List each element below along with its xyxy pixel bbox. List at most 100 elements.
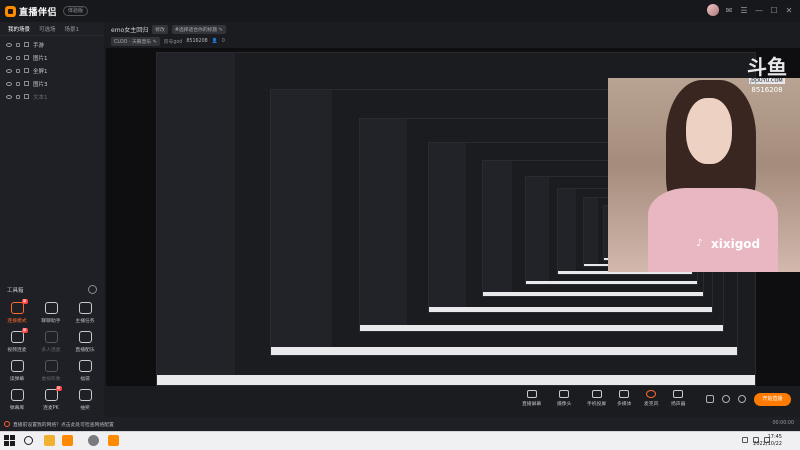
visibility-icon[interactable] (6, 94, 12, 99)
visibility-icon[interactable] (6, 42, 12, 47)
microphone-button[interactable]: 麦克风 (644, 390, 658, 407)
source-type-icon (24, 94, 29, 99)
tool-icon (78, 389, 92, 401)
tool-item[interactable]: 新连接模式 (0, 299, 34, 324)
tool-label: 聊聊助手 (41, 319, 61, 324)
new-badge: 新 (22, 328, 28, 333)
tool-label: 弹幕库 (9, 406, 25, 411)
tool-item[interactable]: 聊聊助手 (34, 302, 68, 324)
tool-item[interactable]: 读弹幕 (0, 360, 34, 382)
source-type-icon (24, 68, 29, 73)
tool-item[interactable]: 虚拟形象 (34, 360, 68, 382)
lock-icon[interactable] (750, 80, 756, 86)
nested-taskbar (157, 375, 755, 385)
live-companion-app-icon[interactable] (62, 435, 73, 446)
source-row[interactable]: 全屏1 (0, 64, 104, 77)
speaker-button[interactable]: 扬声器 (671, 390, 685, 407)
tool-item[interactable]: 主播任务 (68, 302, 102, 324)
tool-item[interactable]: 弹幕库 (0, 389, 34, 411)
tab-optional-scenes[interactable]: 可选场 (39, 25, 56, 33)
folder-app-icon[interactable] (44, 435, 55, 446)
window-controls: ✉ ☰ — ☐ ✕ (707, 4, 794, 16)
live-preview[interactable]: ♪ xixigod 斗鱼 DOUYU.COM 8516208 (106, 48, 800, 386)
room-id-label: 房号god (163, 40, 183, 45)
action-bar: 开始直播 直播屏幕 摄像头 手机投屏 多媒体 麦克风 扬声器 (104, 386, 800, 417)
action-label: 扬声器 (671, 402, 686, 407)
avatar[interactable] (707, 4, 719, 16)
toolbox-settings-icon[interactable] (88, 285, 97, 294)
source-label: 图片3 (33, 81, 48, 88)
record-icon[interactable] (706, 395, 714, 403)
windows-start-icon[interactable] (4, 435, 15, 446)
tab-scene-1[interactable]: 场景1 (65, 25, 80, 33)
media-button[interactable]: 多媒体 (617, 390, 631, 407)
visibility-icon[interactable] (6, 55, 12, 60)
tool-icon: 新 (10, 328, 28, 343)
tool-item[interactable]: 福袋 (68, 360, 102, 382)
menu-icon[interactable]: ☰ (739, 5, 749, 15)
start-live-button[interactable]: 开始直播 (754, 393, 791, 406)
edit-title-button[interactable]: 修改 (152, 25, 168, 34)
tool-item[interactable]: 多人连麦 (34, 331, 68, 353)
live-companion-active-icon[interactable] (108, 435, 119, 446)
camera-button[interactable]: 摄像头 (557, 390, 571, 407)
tray-up-icon[interactable] (742, 437, 748, 443)
version-badge[interactable]: 体验版 (63, 6, 89, 16)
microphone-icon (646, 390, 657, 398)
settings-icon[interactable] (722, 395, 730, 403)
tab-my-scenes[interactable]: 我的场景 (8, 25, 30, 33)
source-row[interactable]: 图片1 (0, 51, 104, 64)
source-label: 手游 (33, 42, 45, 49)
logo-icon (5, 5, 16, 17)
nested-sidebar (271, 89, 332, 355)
visibility-icon[interactable] (6, 68, 12, 73)
watermark-logo: 斗鱼 (747, 55, 787, 79)
source-list: 手游图片1 全屏1 图片3 文本1 (0, 36, 104, 103)
source-row[interactable]: 手游 (0, 38, 104, 51)
app-name: 直播伴侣 (19, 7, 58, 18)
lock-icon[interactable] (16, 55, 20, 60)
minimize-icon[interactable]: — (754, 5, 764, 15)
category-chip[interactable]: CLOO · 天籁音乐 ✎ (111, 37, 160, 46)
source-type-icon (24, 55, 29, 60)
tool-label: 福袋 (80, 377, 90, 382)
tag-chip[interactable]: #选择适合你的标题 ✎ (171, 25, 226, 34)
tool-label: 虚拟形象 (41, 377, 61, 382)
nested-taskbar (429, 306, 712, 312)
action-label: 直播屏幕 (522, 402, 542, 407)
phone-button[interactable]: 手机投屏 (587, 390, 606, 407)
mail-icon[interactable]: ✉ (724, 5, 734, 15)
tool-item[interactable]: 新连麦PK (34, 386, 68, 411)
nested-taskbar (359, 324, 723, 331)
source-row[interactable]: 文本1 (0, 90, 104, 103)
tool-label: 视频连麦 (7, 348, 27, 353)
tool-label: 抽奖 (80, 406, 90, 411)
help-icon[interactable] (738, 395, 746, 403)
status-bar: 直播前设置我的网络？点击此处可检查网络配置 00:00:00 (0, 417, 800, 431)
network-warning-icon (4, 421, 10, 427)
nested-sidebar (584, 198, 599, 267)
close-icon[interactable]: ✕ (784, 5, 794, 15)
tool-item[interactable]: 抽奖 (68, 389, 102, 411)
maximize-icon[interactable]: ☐ (769, 5, 779, 15)
camera-subject-body (648, 188, 778, 272)
nested-sidebar (483, 161, 513, 297)
source-row[interactable]: 图片3 (0, 77, 104, 90)
settings-app-icon[interactable] (88, 435, 99, 446)
visibility-icon[interactable] (6, 81, 12, 86)
tool-label: 连接模式 (7, 319, 27, 324)
room-title-row: emo女主回归 修改 #选择适合你的标题 ✎ (111, 25, 226, 34)
system-clock[interactable]: 17:45 2022/10/22 (753, 434, 782, 448)
monitor-button[interactable]: 直播屏幕 (522, 390, 541, 407)
tool-item[interactable]: 新视频连麦 (0, 328, 34, 353)
app-logo: 直播伴侣 (5, 5, 57, 18)
search-icon[interactable] (24, 436, 33, 445)
lock-icon[interactable] (16, 42, 20, 47)
lock-icon[interactable] (16, 68, 20, 73)
tool-item[interactable]: 直播配乐 (68, 331, 102, 353)
lock-icon[interactable] (16, 94, 20, 99)
lock-icon[interactable] (16, 81, 20, 86)
status-text[interactable]: 直播前设置我的网络？点击此处可检查网络配置 (13, 421, 114, 428)
nested-sidebar (525, 176, 549, 284)
tool-label: 连麦PK (43, 406, 59, 411)
